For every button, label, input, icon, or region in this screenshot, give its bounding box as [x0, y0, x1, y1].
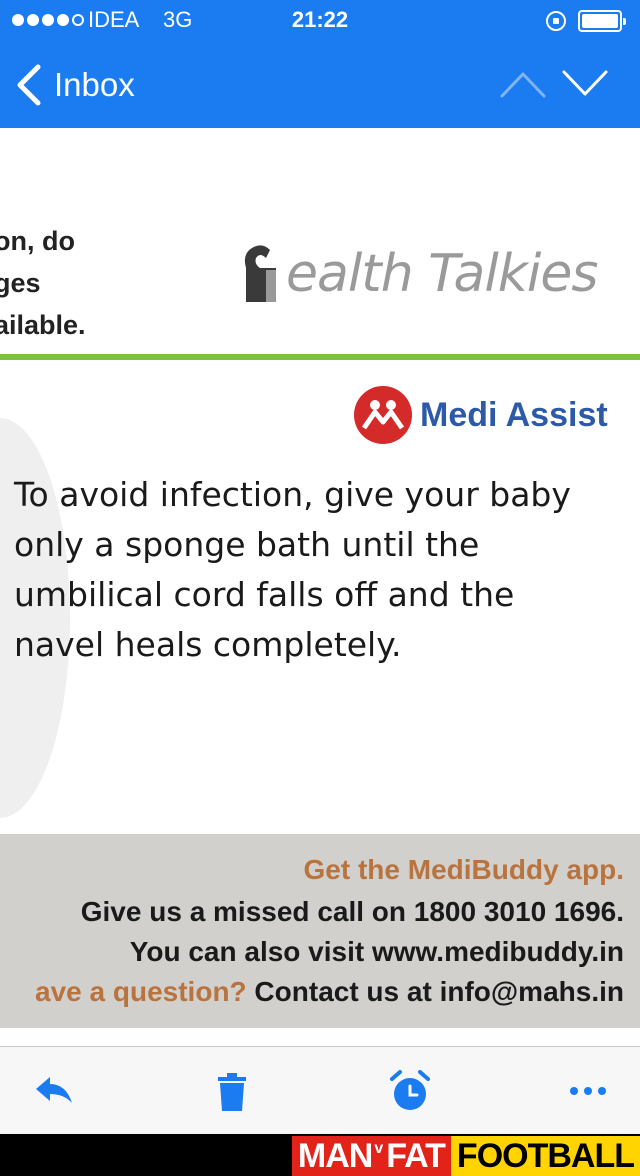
- medi-assist-text: Medi Assist: [420, 395, 608, 434]
- next-message-icon[interactable]: [560, 66, 610, 102]
- previous-message-icon[interactable]: [498, 66, 548, 102]
- trash-icon: [218, 1073, 246, 1111]
- snooze-button[interactable]: [386, 1067, 434, 1115]
- status-time: 21:22: [291, 7, 349, 32]
- health-talkies-logo: ealth Talkies: [232, 238, 598, 310]
- back-label: Inbox: [54, 66, 135, 103]
- reply-button[interactable]: [30, 1067, 78, 1115]
- more-options-button[interactable]: [564, 1067, 612, 1115]
- more-dots-icon: [570, 1087, 606, 1095]
- app-promo-link[interactable]: Get the MediBuddy app.: [304, 854, 624, 886]
- back-to-inbox-button[interactable]: Inbox: [14, 62, 135, 108]
- mail-header: IDEA 3G 21:22 Inbox: [0, 0, 640, 128]
- chevron-left-icon: [17, 64, 41, 106]
- contact-text: ave a question? Contact us at info@mahs.…: [35, 976, 624, 1007]
- watermark-banner: MAN v FAT FOOTBALL: [0, 1134, 640, 1176]
- health-tip-text: To avoid infection, give your baby only …: [14, 475, 571, 664]
- status-bar: IDEA 3G 21:22: [0, 0, 640, 42]
- rotation-lock-icon: [546, 11, 566, 31]
- email-body: on, do ges ailable. ealth Talkies Medi A…: [0, 128, 640, 1046]
- mail-toolbar: [0, 1046, 640, 1134]
- reply-icon: [36, 1077, 72, 1103]
- delete-button[interactable]: [208, 1067, 256, 1115]
- logo-man: MAN v: [291, 1136, 387, 1176]
- cropped-text: on, do ges ailable.: [0, 226, 86, 340]
- flexed-arm-icon: [244, 245, 276, 302]
- battery-icon: [578, 10, 626, 32]
- website-text: You can also visit www.medibuddy.in: [129, 936, 624, 967]
- health-talkies-text: ealth Talkies: [286, 244, 598, 304]
- alarm-clock-icon: [390, 1070, 430, 1110]
- logo-fat: FAT: [386, 1136, 451, 1176]
- divider: [0, 354, 640, 360]
- missed-call-text: Give us a missed call on 1800 3010 1696.: [80, 896, 624, 927]
- contact-footer: Get the MediBuddy app. Give us a missed …: [0, 834, 640, 1028]
- medi-assist-icon: [354, 386, 412, 444]
- logo-football: FOOTBALL: [450, 1136, 640, 1176]
- manvfatfootball-logo: MAN v FAT FOOTBALL: [291, 1136, 640, 1176]
- medi-assist-logo: Medi Assist: [354, 386, 608, 444]
